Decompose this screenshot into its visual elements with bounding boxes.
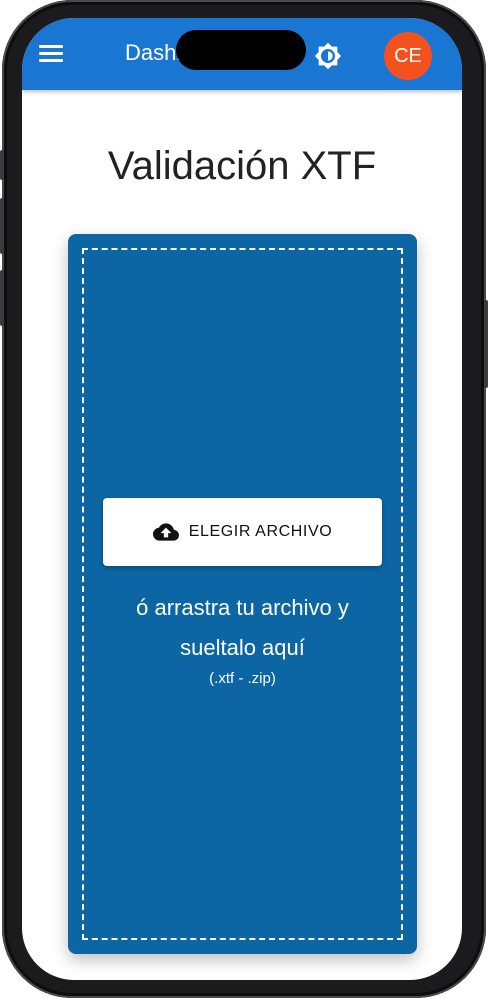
menu-button[interactable] bbox=[36, 42, 66, 68]
dynamic-island bbox=[176, 30, 306, 70]
file-dropzone[interactable]: ELEGIR ARCHIVO ó arrastra tu archivo y s… bbox=[68, 234, 417, 954]
volume-up-button bbox=[0, 198, 4, 254]
action-button bbox=[0, 150, 4, 180]
volume-down-button bbox=[0, 270, 4, 326]
user-avatar[interactable]: CE bbox=[384, 32, 432, 80]
app-bar: Dashboard CE bbox=[22, 18, 462, 90]
brightness-icon bbox=[314, 42, 342, 70]
drop-instructions-line2: sueltalo aquí bbox=[180, 635, 305, 660]
choose-file-label: ELEGIR ARCHIVO bbox=[188, 523, 333, 540]
drop-instructions: ó arrastra tu archivo y sueltalo aquí bbox=[68, 588, 417, 668]
choose-file-button[interactable]: ELEGIR ARCHIVO bbox=[103, 498, 382, 566]
theme-toggle-button[interactable] bbox=[314, 42, 342, 70]
phone-screen: Dashboard CE Validación XTF ELEGIR ARCHI… bbox=[22, 18, 462, 980]
power-button bbox=[484, 300, 488, 388]
file-types-hint: (.xtf - .zip) bbox=[209, 670, 276, 687]
page-title: Validación XTF bbox=[107, 144, 377, 188]
drop-instructions-line1: ó arrastra tu archivo y bbox=[136, 595, 349, 620]
cloud-upload-icon bbox=[152, 523, 179, 541]
menu-icon bbox=[39, 45, 63, 48]
